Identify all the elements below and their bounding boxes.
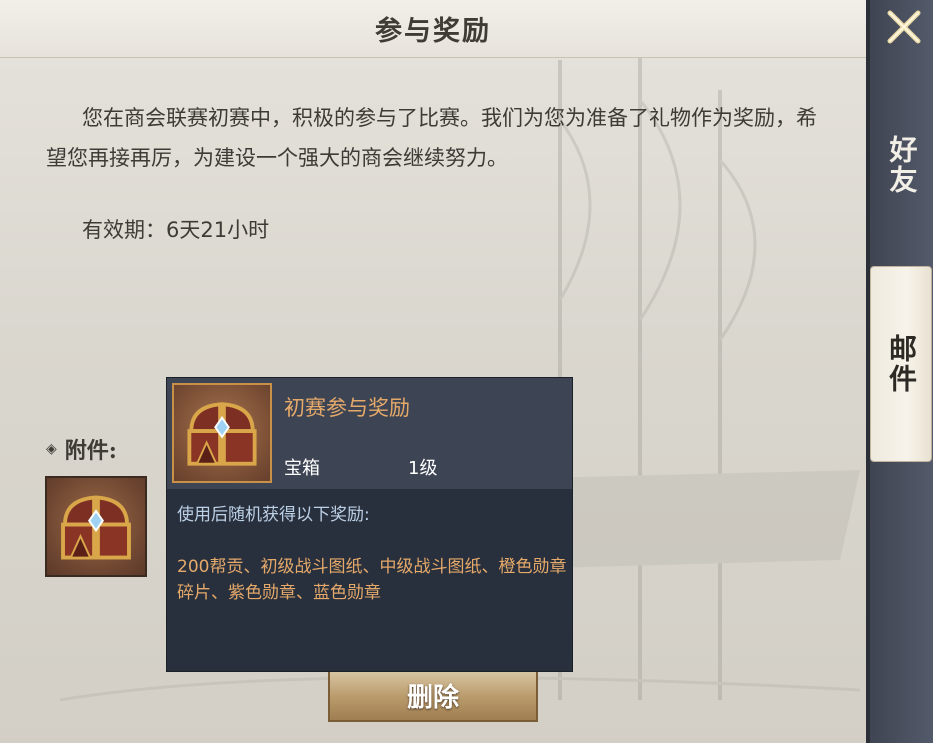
item-tooltip: 初赛参与奖励 宝箱 1级 使用后随机获得以下奖励: 200帮贡、初级战斗图纸、中… — [166, 377, 573, 672]
close-icon — [887, 10, 921, 44]
treasure-chest-icon — [61, 495, 131, 560]
tooltip-description: 使用后随机获得以下奖励: — [177, 505, 370, 525]
close-button[interactable] — [882, 6, 926, 48]
tooltip-item-icon-frame — [172, 383, 272, 483]
title-bar: 参与奖励 — [0, 0, 866, 58]
mail-body: 您在商会联赛初赛中，积极的参与了比赛。我们为您为准备了礼物作为奖励，希望您再接再… — [46, 106, 817, 170]
delete-button[interactable]: 删除 — [328, 668, 538, 722]
tab-friends[interactable]: 好友 — [870, 110, 933, 220]
delete-button-label: 删除 — [406, 682, 459, 713]
tooltip-rewards: 200帮贡、初级战斗图纸、中级战斗图纸、橙色勋章碎片、紫色勋章、蓝色勋章 — [177, 557, 567, 603]
attachment-item-slot[interactable] — [45, 476, 147, 577]
tab-friends-label: 好友 — [885, 135, 919, 195]
attachment-label: ◈ 附件: — [46, 433, 117, 465]
attachment-label-text: 附件: — [64, 438, 117, 464]
tooltip-header: 初赛参与奖励 宝箱 1级 — [167, 378, 572, 489]
treasure-chest-icon — [187, 402, 257, 466]
validity-text: 有效期：6天21小时 — [82, 218, 270, 242]
tooltip-item-level: 1级 — [408, 458, 438, 479]
diamond-bullet-icon: ◈ — [46, 441, 57, 457]
mail-title: 参与奖励 — [375, 16, 491, 47]
tab-mail-label: 邮件 — [885, 334, 918, 394]
tooltip-item-name: 初赛参与奖励 — [284, 396, 410, 420]
tab-mail[interactable]: 邮件 — [870, 266, 932, 462]
tooltip-item-type: 宝箱 — [284, 458, 320, 479]
